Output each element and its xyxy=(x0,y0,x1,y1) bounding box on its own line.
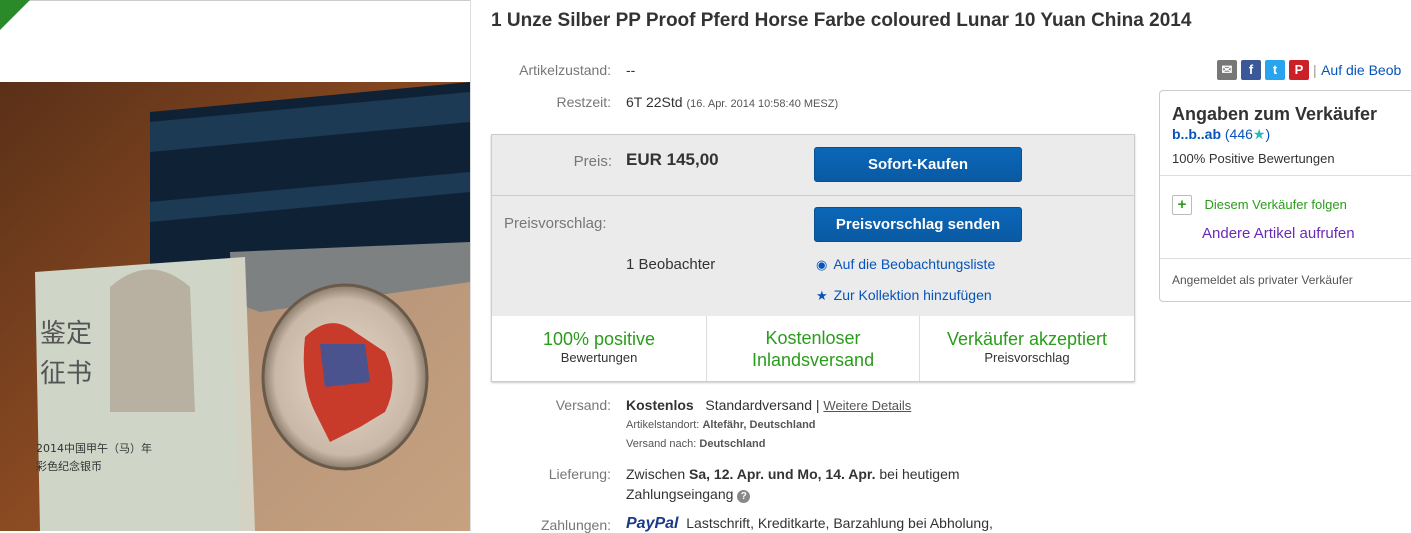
paypal-logo: PayPal xyxy=(626,515,679,532)
delivery-dates: Sa, 12. Apr. und Mo, 14. Apr. xyxy=(689,466,876,482)
svg-text:鉴定: 鉴定 xyxy=(40,319,92,349)
item-photo[interactable]: 鉴定 征书 2014中国甲午（马）年 彩色纪念银币 xyxy=(0,82,470,531)
share-divider: | xyxy=(1313,62,1317,78)
watchers-count: 1 Beobachter xyxy=(626,256,716,273)
watch-link-label: Auf die Beobachtungsliste xyxy=(833,256,996,272)
shipping-label: Versand: xyxy=(555,397,611,413)
feature-offer-big: Verkäufer akzeptiert xyxy=(946,329,1108,349)
feature-offer-small: Preisvorschlag xyxy=(984,350,1070,365)
share-bar: ✉ f t P | Auf die Beob xyxy=(1217,60,1401,80)
condition-value: -- xyxy=(626,62,636,78)
feature-shipping-big: Kostenloser Inlandsversand xyxy=(752,328,875,370)
seller-heading: Angaben zum Verkäufer xyxy=(1172,104,1378,124)
item-photo-panel[interactable]: 鉴定 征书 2014中国甲午（马）年 彩色纪念银币 xyxy=(0,0,471,531)
watch-link[interactable]: ◉ Auf die Beobachtungsliste xyxy=(816,256,995,274)
pinterest-icon[interactable]: P xyxy=(1289,60,1309,80)
seller-box: Angaben zum Verkäufer b..b..ab (446★) 10… xyxy=(1159,90,1411,302)
make-offer-button[interactable]: Preisvorschlag senden xyxy=(814,207,1022,242)
shipping-type: Standardversand | xyxy=(705,397,820,413)
seller-divider xyxy=(1160,175,1411,176)
shipping-line: Kostenlos Standardversand | Weitere Deta… xyxy=(626,397,911,413)
delivery-condition: Zahlungseingang xyxy=(626,486,734,502)
private-seller-note: Angemeldet als privater Verkäufer xyxy=(1172,273,1353,287)
buy-box: Preis: EUR 145,00 Sofort-Kaufen Preisvor… xyxy=(491,134,1135,382)
delivery-line-2: Zahlungseingang ? xyxy=(626,486,751,503)
eye-icon: ◉ xyxy=(816,257,828,272)
email-icon[interactable]: ✉ xyxy=(1217,60,1237,80)
feature-offer: Verkäufer akzeptiert Preisvorschlag xyxy=(920,316,1134,381)
seller-score[interactable]: (446 xyxy=(1225,126,1253,142)
help-icon[interactable]: ? xyxy=(737,490,751,503)
seller-name[interactable]: b..b..ab xyxy=(1172,126,1221,142)
offer-label: Preisvorschlag: xyxy=(504,215,607,232)
star-icon: ★ xyxy=(816,288,828,303)
item-location: Artikelstandort: Altefähr, Deutschland xyxy=(626,419,816,431)
feature-strip: 100% positive Bewertungen Kostenloser In… xyxy=(492,316,1134,381)
feature-shipping: Kostenloser Inlandsversand xyxy=(707,316,919,381)
buy-now-button[interactable]: Sofort-Kaufen xyxy=(814,147,1022,182)
follow-seller[interactable]: + Diesem Verkäufer folgen xyxy=(1172,195,1347,215)
time-left-remaining: 6T 22Std xyxy=(626,94,683,110)
item-location-label: Artikelstandort: xyxy=(626,419,700,431)
svg-text:彩色纪念银币: 彩色纪念银币 xyxy=(36,459,102,473)
twitter-icon[interactable]: t xyxy=(1265,60,1285,80)
payments-line: PayPal Lastschrift, Kreditkarte, Barzahl… xyxy=(626,515,993,533)
ships-to: Versand nach: Deutschland xyxy=(626,438,765,450)
collection-link-label: Zur Kollektion hinzufügen xyxy=(833,287,992,303)
facebook-icon[interactable]: f xyxy=(1241,60,1261,80)
teal-star-icon: ★ xyxy=(1252,126,1266,142)
follow-seller-label: Diesem Verkäufer folgen xyxy=(1204,197,1347,212)
ships-to-label: Versand nach: xyxy=(626,438,697,450)
delivery-line: Zwischen Sa, 12. Apr. und Mo, 14. Apr. b… xyxy=(626,466,960,482)
plus-icon: + xyxy=(1172,195,1192,215)
seller-positive: 100% Positive Bewertungen xyxy=(1172,151,1335,166)
condition-label: Artikelzustand: xyxy=(519,62,611,78)
feature-positive-big: 100% positive xyxy=(542,329,656,349)
time-left-end: (16. Apr. 2014 10:58:40 MESZ) xyxy=(686,98,839,110)
seller-divider xyxy=(1160,258,1411,259)
time-left-label: Restzeit: xyxy=(556,94,611,110)
collection-link[interactable]: ★ Zur Kollektion hinzufügen xyxy=(816,287,992,305)
delivery-label: Lieferung: xyxy=(548,466,611,482)
shipping-cost: Kostenlos xyxy=(626,397,694,413)
shipping-details-link[interactable]: Weitere Details xyxy=(823,398,911,413)
seller-name-line: b..b..ab (446★) xyxy=(1172,126,1270,143)
other-items-link[interactable]: Andere Artikel aufrufen xyxy=(1202,225,1355,242)
buybox-divider xyxy=(492,195,1134,196)
watch-top-link[interactable]: Auf die Beob xyxy=(1321,62,1401,78)
photo-corner-badge xyxy=(0,0,30,30)
price-label: Preis: xyxy=(573,153,612,170)
payment-methods: Lastschrift, Kreditkarte, Barzahlung bei… xyxy=(686,515,993,531)
item-title: 1 Unze Silber PP Proof Pferd Horse Farbe… xyxy=(491,10,1192,31)
item-location-value: Altefähr, Deutschland xyxy=(702,419,816,431)
delivery-post: bei heutigem xyxy=(879,466,960,482)
feature-positive: 100% positive Bewertungen xyxy=(492,316,706,381)
svg-text:征书: 征书 xyxy=(40,359,92,389)
seller-score-end: ) xyxy=(1265,126,1271,142)
time-left-value: 6T 22Std (16. Apr. 2014 10:58:40 MESZ) xyxy=(626,94,838,110)
feature-positive-small: Bewertungen xyxy=(560,350,638,365)
ships-to-value: Deutschland xyxy=(699,438,766,450)
svg-text:2014中国甲午（马）年: 2014中国甲午（马）年 xyxy=(36,441,152,455)
delivery-pre: Zwischen xyxy=(626,466,686,482)
price-value: EUR 145,00 xyxy=(626,150,719,169)
photo-top-area xyxy=(0,0,470,83)
